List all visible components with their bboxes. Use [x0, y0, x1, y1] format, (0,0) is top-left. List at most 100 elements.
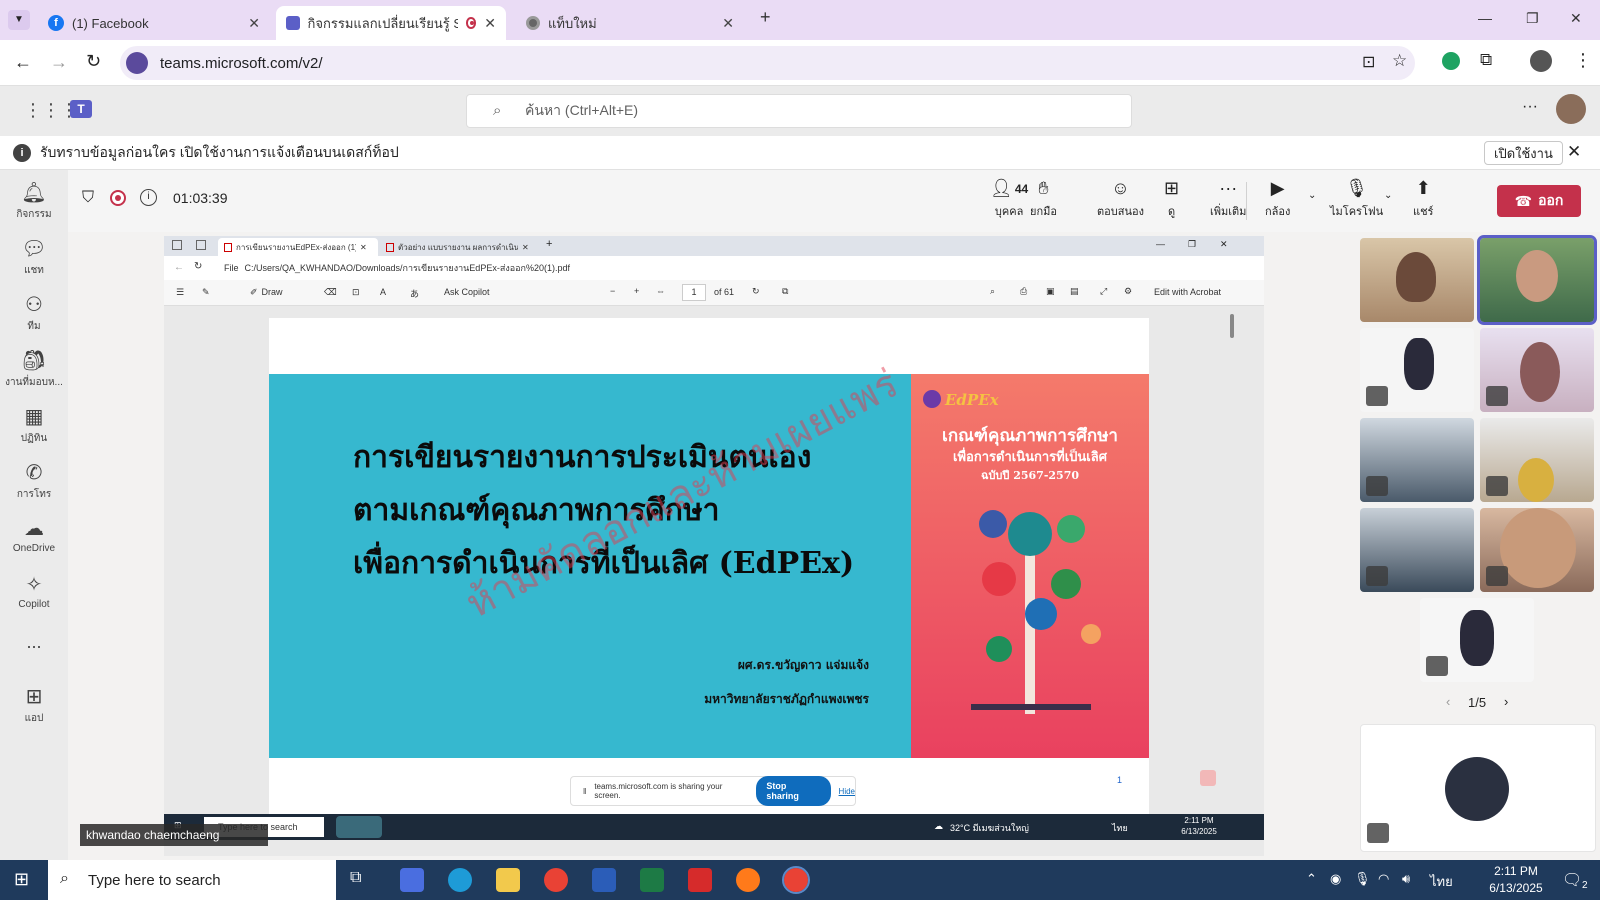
close-icon[interactable]: ✕ — [484, 15, 496, 32]
edge-icon[interactable] — [448, 868, 472, 892]
cloud-icon: ☁︎ — [24, 518, 44, 540]
close-icon[interactable]: ✕ — [1567, 142, 1581, 162]
participant-video[interactable] — [1480, 418, 1594, 502]
cover-title-2: เพื่อการดำเนินการที่เป็นเลิศ — [953, 450, 1107, 465]
people-button[interactable]: 👤︎ 44 บุคคล — [990, 178, 1028, 220]
more-options-icon[interactable]: ··· — [1522, 98, 1538, 116]
address-bar[interactable]: teams.microsoft.com/v2/ — [120, 46, 1415, 80]
extension-icon[interactable] — [1442, 52, 1460, 70]
puzzle-icon[interactable]: ⧉ — [1480, 50, 1492, 70]
participant-video[interactable] — [1480, 508, 1594, 592]
print-icon: ⎙ — [1020, 286, 1028, 296]
taskbar-search-input[interactable]: ⌕ Type here to search — [48, 860, 336, 900]
rail-item-apps[interactable]: ⊞ แอป — [0, 684, 68, 726]
rail-item-copilot[interactable]: ✧ Copilot — [0, 572, 68, 610]
read-aloud-icon: A — [380, 287, 387, 297]
recording-icon — [465, 17, 477, 29]
excel-icon[interactable] — [640, 868, 664, 892]
camera-button[interactable]: ▶︎ กล้อง — [1265, 178, 1290, 220]
previous-page-icon[interactable]: ‹ — [1446, 694, 1450, 709]
user-avatar[interactable] — [1556, 94, 1586, 124]
file-label: File — [224, 263, 239, 273]
profile-avatar[interactable] — [1530, 50, 1552, 72]
pdf-toolbar: ☰ ✎ ✐ Draw ⌫ ⊡ A あ Ask Copilot − + ⇔ 1 of… — [164, 280, 1264, 306]
volume-icon[interactable]: 🔊︎ — [1402, 871, 1410, 887]
rail-label: การโทร — [16, 489, 52, 500]
search-input[interactable]: ⌕ ค้นหา (Ctrl+Alt+E) — [466, 94, 1132, 128]
reload-icon[interactable]: ↻ — [86, 51, 101, 72]
forward-icon[interactable]: → — [50, 52, 68, 73]
back-icon[interactable]: ← — [14, 52, 32, 73]
share-button[interactable]: ⬆︎ แชร์ — [1413, 178, 1433, 220]
tab-new-tab[interactable]: แท็บใหม่ ✕ — [516, 6, 744, 40]
mic-tray-icon[interactable]: 🎙︎ — [1354, 871, 1371, 887]
chrome-active-icon[interactable] — [782, 866, 810, 894]
rail-item-activity[interactable]: 🔔︎ กิจกรรม — [0, 180, 68, 222]
network-icon[interactable]: ◉ — [1330, 871, 1341, 887]
notifications-icon[interactable]: 🗨︎ — [1562, 870, 1582, 890]
tab-facebook[interactable]: f (1) Facebook ✕ — [38, 6, 270, 40]
participant-video[interactable] — [1360, 328, 1474, 412]
microphone-button[interactable]: 🎙︎ ไมโครโฟน — [1330, 178, 1383, 220]
participant-video[interactable] — [1420, 598, 1534, 682]
participant-video-room[interactable] — [1360, 508, 1474, 592]
app-icon[interactable] — [400, 868, 424, 892]
file-explorer-icon[interactable] — [496, 868, 520, 892]
tab-teams-meeting[interactable]: กิจกรรมแลกเปลี่ยนเรียนรู้ SAR - ✕ — [276, 6, 506, 40]
participant-video[interactable] — [1360, 238, 1474, 322]
rail-item-onedrive[interactable]: ☁︎ OneDrive — [0, 516, 68, 554]
close-icon[interactable]: ✕ — [248, 15, 260, 32]
leave-button[interactable]: ☎︎ ออก — [1497, 185, 1581, 217]
meeting-info-icon[interactable]: i — [140, 189, 157, 206]
minimize-icon[interactable]: — — [1478, 10, 1492, 26]
view-button[interactable]: ⊞ ดู — [1164, 178, 1179, 220]
wifi-icon[interactable]: ◠ — [1378, 871, 1389, 887]
raise-hand-button[interactable]: ✋︎ ยกมือ — [1030, 178, 1057, 220]
chevron-down-icon[interactable]: ⌄ — [1384, 190, 1392, 201]
self-view-tile[interactable] — [1360, 724, 1596, 852]
shield-icon[interactable]: ⛉ — [82, 189, 94, 207]
task-view-icon[interactable]: ⧉ — [350, 869, 361, 887]
chrome-icon[interactable] — [544, 868, 568, 892]
site-info-icon[interactable] — [126, 52, 148, 74]
tab-label: กิจกรรมแลกเปลี่ยนเรียนรู้ SAR - — [307, 15, 458, 31]
input-language[interactable]: ไทย — [1430, 871, 1453, 892]
mic-muted-icon — [1426, 656, 1448, 676]
chevron-down-icon[interactable]: ⌄ — [1308, 190, 1316, 201]
rail-item-calendar[interactable]: ▦ ปฏิทิน — [0, 404, 68, 446]
tab-label: การเขียนรายงานEdPEx-ส่งออก (1).pdf — [236, 242, 356, 252]
windows-start-icon[interactable]: ⊞ — [14, 869, 29, 890]
rail-item-assignments[interactable]: 🎒︎ งานที่มอบห... — [0, 348, 68, 390]
enable-notifications-button[interactable]: เปิดใช้งาน — [1484, 141, 1563, 165]
recording-indicator-icon[interactable] — [110, 190, 126, 206]
next-page-icon[interactable]: › — [1504, 694, 1508, 709]
word-icon[interactable] — [592, 868, 616, 892]
rail-item-chat[interactable]: 💬︎ แชท — [0, 236, 68, 278]
tree-trunk — [1025, 544, 1035, 714]
tray-chevron-icon[interactable]: ⌃ — [1306, 871, 1317, 887]
reload-icon: ↻ — [194, 261, 203, 272]
bookmark-star-icon[interactable]: ☆ — [1392, 51, 1407, 71]
highlight-icon: ✎ — [202, 287, 210, 297]
window-close-icon[interactable]: ✕ — [1570, 10, 1582, 27]
react-button[interactable]: ☺ ตอบสนอง — [1097, 178, 1144, 220]
chat-icon: 💬︎ — [21, 238, 47, 260]
rail-item-teams[interactable]: ⚇ ทีม — [0, 292, 68, 334]
install-app-icon[interactable]: ⊡ — [1362, 52, 1375, 72]
more-button[interactable]: ··· เพิ่มเติม — [1210, 178, 1246, 220]
restore-icon[interactable]: ❐ — [1526, 10, 1539, 27]
tab-search-button[interactable]: ▼ — [8, 10, 30, 30]
close-icon[interactable]: ✕ — [722, 15, 734, 32]
window-close-icon: ✕ — [1220, 239, 1228, 249]
kebab-menu-icon[interactable]: ⋮ — [1574, 50, 1592, 71]
cover-title-3: ฉบับปี 2567-2570 — [980, 469, 1080, 482]
app-n-icon[interactable] — [688, 868, 712, 892]
taskbar-clock[interactable]: 2:11 PM 6/13/2025 — [1468, 863, 1564, 897]
participant-video-room[interactable] — [1360, 418, 1474, 502]
participant-video[interactable] — [1480, 328, 1594, 412]
rail-item-calls[interactable]: ✆ การโทร — [0, 460, 68, 502]
firefox-icon[interactable] — [736, 868, 760, 892]
rail-item-more[interactable]: ... — [0, 632, 68, 653]
participant-video-speaking[interactable] — [1477, 235, 1597, 325]
new-tab-icon[interactable]: + — [760, 7, 771, 28]
